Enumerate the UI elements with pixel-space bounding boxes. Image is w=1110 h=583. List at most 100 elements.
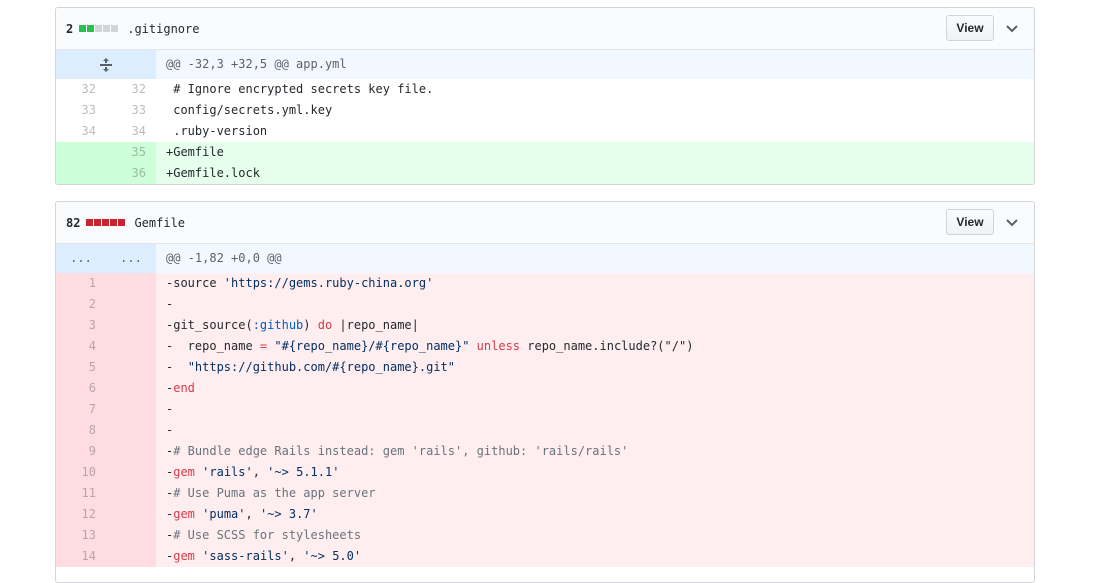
file-diff-gemfile: 82 Gemfile View ... ... @@ -1,82 +0,0 @@…	[55, 201, 1035, 583]
code-string: 'puma'	[194, 507, 246, 521]
line-code: -gem 'rails', '~> 5.1.1'	[156, 462, 1034, 483]
file-name[interactable]: .gitignore	[127, 22, 199, 36]
code-string: "#{repo_name}/#{repo_name}"	[267, 339, 470, 353]
line-code: - repo_name = "#{repo_name}/#{repo_name}…	[156, 336, 1034, 357]
old-line-number[interactable]: 10	[56, 462, 106, 483]
line-code: -	[156, 294, 1034, 315]
diffstat-block	[95, 25, 103, 32]
code-token: -	[166, 360, 188, 374]
code-symbol: :github	[252, 318, 304, 332]
new-line-number[interactable]: 32	[106, 79, 156, 100]
diff-line-deleted: 2 -	[56, 294, 1034, 315]
view-file-button[interactable]: View	[946, 209, 994, 235]
line-code: -gem 'puma', '~> 3.7'	[156, 504, 1034, 525]
line-code: .ruby-version	[166, 124, 268, 138]
code-token: -	[166, 297, 174, 311]
diff-line-deleted: 10 -gem 'rails', '~> 5.1.1'	[56, 462, 1034, 483]
file-name[interactable]: Gemfile	[134, 216, 185, 230]
new-line-number[interactable]: 36	[106, 163, 156, 184]
diffstat-block	[118, 219, 126, 226]
line-code: -end	[156, 378, 1034, 399]
old-line-number[interactable]: 12	[56, 504, 106, 525]
code-keyword: do	[317, 318, 333, 332]
diff-line-deleted: 5 - "https://github.com/#{repo_name}.git…	[56, 357, 1034, 378]
new-line-number	[106, 273, 156, 294]
diffstat-block	[110, 219, 118, 226]
diffstat-bar	[86, 219, 126, 226]
diffstat-block	[79, 25, 87, 32]
line-code: # Ignore encrypted secrets key file.	[166, 82, 434, 96]
old-line-number[interactable]: 33	[56, 100, 106, 121]
file-diff-gitignore: 2 .gitignore View @@ -32,3 +32,5 @@ app.…	[55, 7, 1035, 185]
line-code: +Gemfile	[156, 142, 1034, 163]
new-line-number	[106, 525, 156, 546]
new-line-number[interactable]: 34	[106, 121, 156, 142]
new-line-number	[106, 357, 156, 378]
old-line-number[interactable]: 2	[56, 294, 106, 315]
old-line-number[interactable]: 34	[56, 121, 106, 142]
chevron-down-icon[interactable]	[1002, 19, 1022, 39]
diff-line-deleted: 12 -gem 'puma', '~> 3.7'	[56, 504, 1034, 525]
diffstat-block	[102, 219, 110, 226]
expand-icon[interactable]	[56, 50, 156, 79]
diff-line-deleted: 11 -# Use Puma as the app server	[56, 483, 1034, 504]
old-line-number[interactable]: 9	[56, 441, 106, 462]
diff-line: 32 32 # Ignore encrypted secrets key fil…	[56, 79, 1034, 100]
old-line-number[interactable]: 5	[56, 357, 106, 378]
code-string: 'rails'	[194, 465, 253, 479]
hunk-header: ... ... @@ -1,82 +0,0 @@	[56, 244, 1034, 273]
old-line-number[interactable]: 11	[56, 483, 106, 504]
code-string: 'sass-rails'	[194, 549, 289, 563]
diff-line-deleted: 7 -	[56, 399, 1034, 420]
diff-line-added: 36 +Gemfile.lock	[56, 163, 1034, 184]
new-line-number	[106, 504, 156, 525]
code-token: ,	[252, 465, 268, 479]
line-code: config/secrets.yml.key	[166, 103, 333, 117]
line-code: -git_source(:github) do |repo_name|	[156, 315, 1034, 336]
diff-line: 33 33 config/secrets.yml.key	[56, 100, 1034, 121]
old-line-number[interactable]: 8	[56, 420, 106, 441]
code-token: -	[166, 402, 174, 416]
code-token: -	[166, 423, 174, 437]
new-line-number	[106, 315, 156, 336]
view-file-button[interactable]: View	[946, 15, 994, 41]
diffstat-bar	[79, 25, 119, 32]
old-line-number[interactable]: 13	[56, 525, 106, 546]
old-line-number[interactable]: 7	[56, 399, 106, 420]
diff-line-added: 35 +Gemfile	[56, 142, 1034, 163]
hunk-ellipsis-new[interactable]: ...	[106, 244, 156, 273]
hunk-ellipsis-old[interactable]: ...	[56, 244, 106, 273]
line-code: -	[156, 420, 1034, 441]
old-line-number[interactable]: 6	[56, 378, 106, 399]
new-line-number	[106, 336, 156, 357]
diff-line-deleted: 6 -end	[56, 378, 1034, 399]
hunk-text: @@ -1,82 +0,0 @@	[156, 244, 1034, 273]
diff-line: 34 34 .ruby-version	[56, 121, 1034, 142]
new-line-number[interactable]: 35	[106, 142, 156, 163]
code-string: 'https://gems.ruby-china.org'	[223, 276, 434, 290]
line-code: -	[156, 399, 1034, 420]
changes-count: 82	[66, 215, 81, 230]
diffstat-block	[87, 25, 95, 32]
old-line-number[interactable]: 1	[56, 273, 106, 294]
old-line-number[interactable]: 3	[56, 315, 106, 336]
hunk-header: @@ -32,3 +32,5 @@ app.yml	[56, 50, 1034, 79]
code-string: '~> 5.0'	[303, 549, 362, 563]
new-line-number	[106, 483, 156, 504]
line-code: - "https://github.com/#{repo_name}.git"	[156, 357, 1034, 378]
old-line-number[interactable]: 4	[56, 336, 106, 357]
old-line-number	[56, 163, 106, 184]
code-token: )	[303, 318, 318, 332]
old-line-number[interactable]: 32	[56, 79, 106, 100]
diffstat-block	[111, 25, 119, 32]
code-keyword: gem	[173, 507, 195, 521]
diff-line-deleted: 1 -source 'https://gems.ruby-china.org'	[56, 273, 1034, 294]
diffstat-block	[86, 219, 94, 226]
chevron-down-icon[interactable]	[1002, 213, 1022, 233]
code-token: repo_name.include?("/")	[520, 339, 694, 353]
code-keyword: end	[173, 381, 195, 395]
new-line-number	[106, 378, 156, 399]
old-line-number	[56, 142, 106, 163]
code-token: ,	[288, 549, 304, 563]
new-line-number[interactable]: 33	[106, 100, 156, 121]
